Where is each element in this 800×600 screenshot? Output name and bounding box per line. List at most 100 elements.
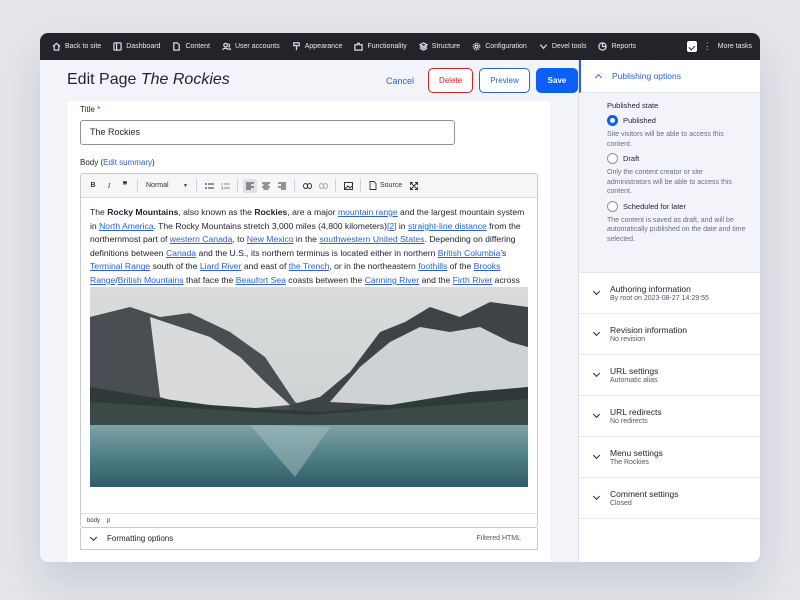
toolbar-appearance[interactable]: Appearance <box>286 42 349 51</box>
fullscreen-icon <box>410 181 419 190</box>
radio-published-control[interactable] <box>607 115 618 126</box>
kebab-icon[interactable]: ⋮ <box>703 42 712 51</box>
chevron-icon <box>539 44 547 50</box>
section-summary: No revision <box>610 336 646 343</box>
element-path-body[interactable]: body <box>87 518 100 524</box>
toolbar-item-label: Reports <box>611 43 636 50</box>
scheduled-help-text: The content is saved as draft, and will … <box>607 216 746 243</box>
section-summary: Closed <box>610 500 632 507</box>
dropdown-arrow-icon: ▼ <box>183 182 188 189</box>
toolbar-item-label: Appearance <box>304 43 343 50</box>
toolbar-configuration[interactable]: Configuration <box>466 42 533 51</box>
toolbar-dashboard[interactable]: Dashboard <box>107 42 166 51</box>
editor-toolbar: B I ❞ Normal ▼ Source <box>81 174 537 198</box>
toolbar-back-to-site[interactable]: Back to site <box>46 42 107 51</box>
header-actions: Cancel Delete Preview Save <box>378 68 578 93</box>
toolbar-item-label: Back to site <box>65 43 102 50</box>
chevron-down-icon <box>89 533 98 541</box>
align-center-button[interactable] <box>259 179 273 193</box>
authoring-information-section[interactable]: Authoring information By root on 2023-08-… <box>579 273 760 314</box>
comment-settings-section[interactable]: Comment settings Closed <box>579 478 760 519</box>
toolbar-functionality[interactable]: Functionality <box>348 42 412 51</box>
chevron-up-icon <box>594 73 603 82</box>
toolbar-separator <box>294 179 295 192</box>
shortcuts-icon[interactable] <box>686 41 697 52</box>
body-label-text: Body ( <box>80 158 104 167</box>
meta-sidebar: Publishing options Published state Publi… <box>578 60 760 562</box>
toolbar-item-label: Dashboard <box>126 43 161 50</box>
radio-draft-control[interactable] <box>607 153 618 164</box>
url-settings-section[interactable]: URL settings Automatic alias <box>579 355 760 396</box>
toolbar-item-label: Content <box>185 43 210 50</box>
title-label-text: Title <box>80 105 95 114</box>
radio-published[interactable]: Published <box>607 115 746 126</box>
page-title: Edit Page The Rockies <box>67 71 230 89</box>
revision-information-section[interactable]: Revision information No revision <box>579 314 760 355</box>
bulleted-list-icon <box>204 182 214 189</box>
section-title: Comment settings <box>610 489 679 499</box>
radio-scheduled[interactable]: Scheduled for later <box>607 200 746 212</box>
section-title: Menu settings <box>610 448 663 458</box>
cancel-link[interactable]: Cancel <box>378 76 422 86</box>
radio-draft-label: Draft <box>623 154 640 163</box>
bold-button[interactable]: B <box>86 179 100 193</box>
chevron-down-icon <box>592 369 601 378</box>
section-summary: The Rockies <box>610 459 649 466</box>
toolbar-item-label: User accounts <box>234 43 280 50</box>
publishing-options-header[interactable]: Publishing options <box>579 60 760 93</box>
menu-settings-section[interactable]: Menu settings The Rockies <box>579 437 760 478</box>
toolbar-structure[interactable]: Structure <box>413 42 466 51</box>
align-right-button[interactable] <box>275 179 289 193</box>
preview-button[interactable]: Preview <box>479 68 530 93</box>
heading-select[interactable]: Normal ▼ <box>143 179 191 193</box>
toolbar-separator <box>335 179 336 192</box>
element-path-p[interactable]: p <box>107 518 110 524</box>
image-icon <box>343 181 353 190</box>
radio-scheduled-label: Scheduled for later <box>623 201 686 211</box>
image-button[interactable] <box>341 179 355 193</box>
formatting-options-toggle[interactable]: Formatting options Filtered HTML <box>80 528 538 550</box>
puzzle-icon <box>354 42 364 51</box>
source-button[interactable]: Source <box>366 181 405 190</box>
fullscreen-button[interactable] <box>407 179 421 193</box>
toolbar-devel-tools[interactable]: Devel tools <box>533 42 593 51</box>
toolbar-content[interactable]: Content <box>166 42 216 51</box>
bulleted-list-button[interactable] <box>202 179 216 193</box>
delete-button[interactable]: Delete <box>428 68 473 93</box>
align-left-button[interactable] <box>243 178 257 193</box>
blockquote-button[interactable]: ❞ <box>118 179 132 193</box>
home-icon <box>52 42 61 51</box>
page-title-node: The Rockies <box>140 71 230 88</box>
save-button[interactable]: Save <box>536 68 578 93</box>
unlink-icon <box>318 182 328 189</box>
mountain-lake-photo[interactable] <box>90 287 528 487</box>
radio-draft[interactable]: Draft <box>607 153 746 164</box>
toolbar-reports[interactable]: Reports <box>592 42 642 51</box>
link-button[interactable] <box>300 179 314 193</box>
text-format-label: Filtered HTML <box>476 535 521 542</box>
edit-summary-link[interactable]: Edit summary <box>103 158 152 167</box>
unlink-button[interactable] <box>316 179 330 193</box>
section-summary: No redirects <box>610 418 648 425</box>
dashboard-icon <box>113 42 122 51</box>
editor-content[interactable]: The Rocky Mountains, also known as the R… <box>81 198 537 301</box>
admin-toolbar: Back to site Dashboard Content User acco… <box>40 33 760 60</box>
numbered-list-button[interactable] <box>218 179 232 193</box>
radio-scheduled-control[interactable] <box>607 200 618 212</box>
publishing-options-body: Published state Published Site visitors … <box>579 93 760 273</box>
toolbar-user-accounts[interactable]: User accounts <box>216 42 286 51</box>
italic-button[interactable]: I <box>102 179 116 193</box>
browser-window: Back to site Dashboard Content User acco… <box>40 33 760 562</box>
section-title: Authoring information <box>610 284 691 294</box>
chevron-down-icon <box>592 451 601 460</box>
more-tasks-link[interactable]: More tasks <box>718 43 752 50</box>
toolbar-item-label: Structure <box>431 43 461 50</box>
url-redirects-section[interactable]: URL redirects No redirects <box>579 396 760 437</box>
toolbar-separator <box>237 179 238 192</box>
heading-select-value: Normal <box>146 182 169 189</box>
body-label-end: ) <box>152 158 155 167</box>
section-title: Revision information <box>610 325 688 335</box>
title-input[interactable]: The Rockies <box>80 120 455 145</box>
edit-form-card: Title * The Rockies Body (Edit summary) … <box>67 101 551 562</box>
section-summary: Automatic alias <box>610 377 658 384</box>
